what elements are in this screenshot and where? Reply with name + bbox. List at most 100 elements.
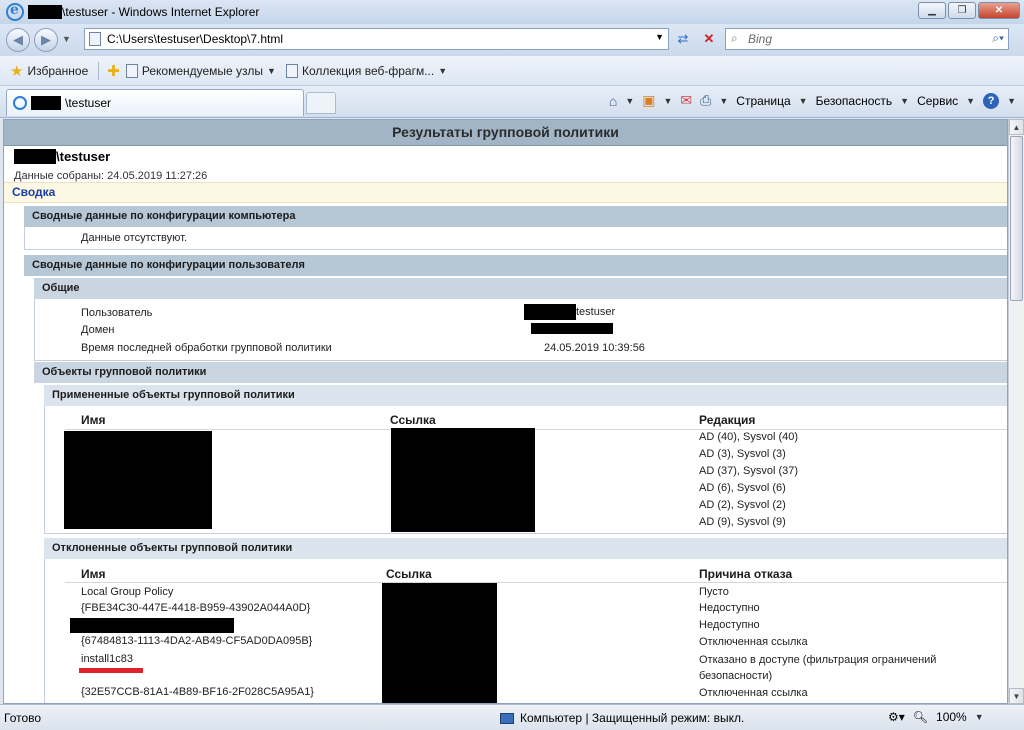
general-section[interactable]: Общие <box>34 278 1007 299</box>
host-name-text: \testuser <box>56 149 111 164</box>
window-title: \testuser - Windows Internet Explorer <box>28 5 259 19</box>
internet-explorer-icon <box>13 96 27 110</box>
close-button[interactable]: ✕ <box>978 2 1020 19</box>
security-zone[interactable]: Компьютер | Защищенный режим: выкл. <box>500 711 744 725</box>
chevron-down-icon[interactable]: ▼ <box>1007 96 1016 106</box>
zoom-icon[interactable]: 🔍︎ <box>913 710 928 724</box>
scroll-up-icon[interactable]: ▲ <box>1009 119 1024 135</box>
denied-gpo-body: Имя Ссылка Причина отказа Local Group Po… <box>44 559 1007 703</box>
suggested-sites-label: Рекомендуемые узлы <box>141 63 264 78</box>
page-icon <box>89 32 101 46</box>
browser-tab[interactable]: \testuser <box>6 89 304 116</box>
history-dropdown-icon[interactable]: ▼ <box>62 34 71 44</box>
favorites-button[interactable]: ★ Избранное <box>10 62 88 80</box>
window-controls: ▁ ❐ ✕ <box>918 2 1020 19</box>
search-go-icon[interactable]: ⌕▾ <box>992 31 1004 46</box>
add-favorite-icon: ✚ <box>107 62 120 80</box>
divider <box>65 582 1007 583</box>
divider <box>98 61 100 80</box>
table-row: Отключенная ссылка <box>699 636 808 648</box>
computer-config-section[interactable]: Сводные данные по конфигурации компьютер… <box>24 206 1007 227</box>
table-row: Отказано в доступе (фильтрация ограничен… <box>699 654 937 666</box>
column-header-link: Ссылка <box>390 413 436 427</box>
web-slice-gallery-button[interactable]: Коллекция веб-фрагм... ▼ <box>285 63 448 78</box>
help-icon[interactable]: ? <box>983 92 1000 109</box>
user-value: testuser <box>524 304 615 320</box>
denied-gpo-section[interactable]: Отклоненные объекты групповой политики <box>44 538 1007 559</box>
table-row: AD (37), Sysvol (37) <box>699 465 799 477</box>
host-name: \testuser <box>14 149 110 164</box>
address-input[interactable]: C:\Users\testuser\Desktop\7.html ▼ <box>84 28 669 50</box>
chevron-down-icon[interactable]: ▼ <box>625 96 634 106</box>
redacted-names <box>64 431 212 529</box>
applied-gpo-section[interactable]: Примененные объекты групповой политики <box>44 385 1007 406</box>
gpo-section[interactable]: Объекты групповой политики <box>34 362 1007 383</box>
print-icon[interactable]: ⎙ <box>700 92 711 109</box>
address-url: C:\Users\testuser\Desktop\7.html <box>107 32 284 46</box>
command-buttons: ⌂ ▼ ▣ ▼ ✉ ⎙ ▼ Страница ▼ Безопасность ▼ Серви… <box>609 92 1016 109</box>
feeds-icon[interactable]: ▣ <box>642 92 655 109</box>
page-content: Результаты групповой политики \testuser … <box>3 119 1008 704</box>
table-row: {32E57CCB-81A1-4B89-BF16-2F028C5A95A1} <box>81 686 314 698</box>
forward-arrow-icon: ▶ <box>41 32 51 47</box>
favorites-bar: ★ Избранное ✚ Рекомендуемые узлы ▼ Колле… <box>0 56 1024 86</box>
user-config-section[interactable]: Сводные данные по конфигурации пользоват… <box>24 255 1007 276</box>
table-row: AD (9), Sysvol (9) <box>699 516 786 528</box>
forward-button[interactable]: ▶ <box>34 28 58 52</box>
address-dropdown-icon[interactable]: ▼ <box>655 32 664 42</box>
search-icon: ⌕ <box>731 31 738 45</box>
table-row: Недоступно <box>699 602 760 614</box>
last-processing-label: Время последней обработки групповой поли… <box>81 342 332 354</box>
summary-link[interactable]: Сводка <box>4 182 1007 203</box>
home-icon[interactable]: ⌂ <box>609 93 617 109</box>
protected-mode-icon[interactable]: ⚙▾ <box>888 710 905 724</box>
user-value-text: testuser <box>576 306 616 318</box>
chevron-down-icon[interactable]: ▼ <box>975 712 984 722</box>
collected-date: Данные собраны: 24.05.2019 11:27:26 <box>14 170 208 182</box>
safety-menu[interactable]: Безопасность <box>816 94 893 108</box>
chevron-down-icon[interactable]: ▼ <box>719 96 728 106</box>
column-header-reason: Причина отказа <box>699 567 793 581</box>
back-arrow-icon: ◀ <box>13 32 23 47</box>
table-row: Отключенная ссылка <box>699 687 808 699</box>
tools-menu[interactable]: Сервис <box>917 94 958 108</box>
scroll-down-icon[interactable]: ▼ <box>1009 688 1024 704</box>
title-bar: \testuser - Windows Internet Explorer ▁ … <box>0 0 1024 24</box>
general-body: Пользователь Домен Время последней обраб… <box>34 299 1007 361</box>
minimize-button[interactable]: ▁ <box>918 2 946 19</box>
column-header-name: Имя <box>81 567 106 581</box>
web-slice-gallery-label: Коллекция веб-фрагм... <box>301 63 435 78</box>
internet-explorer-icon <box>6 2 24 21</box>
user-label: Пользователь <box>81 307 153 319</box>
chevron-down-icon: ▼ <box>438 65 448 76</box>
table-row: install1c83 <box>81 653 133 665</box>
refresh-button[interactable]: ⇄ <box>672 29 694 49</box>
suggested-sites-button[interactable]: Рекомендуемые узлы ▼ <box>125 63 276 78</box>
table-row: Local Group Policy <box>81 586 174 598</box>
redacted-domain <box>531 323 613 334</box>
search-input[interactable]: ⌕ Bing ⌕▾ <box>725 28 1009 50</box>
table-row: AD (3), Sysvol (3) <box>699 448 786 460</box>
red-underline-marker <box>79 668 143 673</box>
zone-text: Компьютер | Защищенный режим: выкл. <box>520 711 745 725</box>
chevron-down-icon[interactable]: ▼ <box>664 96 673 106</box>
chevron-down-icon[interactable]: ▼ <box>900 96 909 106</box>
stop-button[interactable]: ✕ <box>698 29 720 49</box>
back-button[interactable]: ◀ <box>6 28 30 52</box>
add-favorite-button[interactable]: ✚ <box>107 62 120 80</box>
chevron-down-icon[interactable]: ▼ <box>966 96 975 106</box>
table-row: {67484813-1113-4DA2-AB49-CF5AD0DA095B} <box>81 635 313 647</box>
scroll-thumb[interactable] <box>1010 136 1023 301</box>
new-tab-button[interactable] <box>306 92 336 114</box>
redacted-links <box>382 583 497 703</box>
table-row: AD (6), Sysvol (6) <box>699 482 786 494</box>
vertical-scrollbar[interactable]: ▲ ▼ <box>1008 119 1024 704</box>
mail-icon[interactable]: ✉ <box>680 92 692 109</box>
chevron-down-icon[interactable]: ▼ <box>799 96 808 106</box>
zoom-level[interactable]: 100% <box>936 710 967 724</box>
maximize-button[interactable]: ❐ <box>948 2 976 19</box>
redacted-block <box>14 149 56 164</box>
applied-gpo-body: Имя Ссылка Редакция AD (40), Sysvol (40)… <box>44 406 1007 534</box>
page-menu[interactable]: Страница <box>736 94 790 108</box>
address-bar-row: ◀ ▶ ▼ C:\Users\testuser\Desktop\7.html ▼… <box>0 24 1024 56</box>
